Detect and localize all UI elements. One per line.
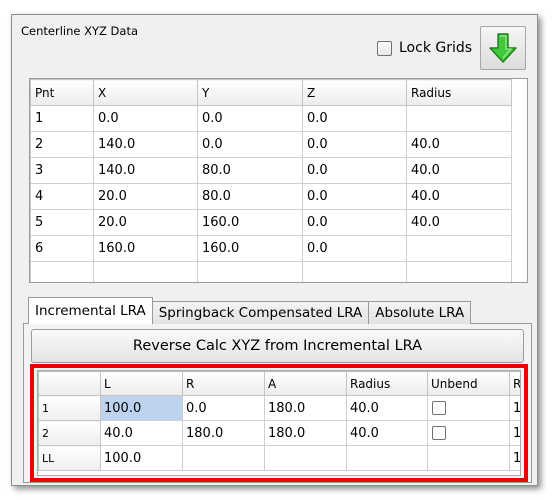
xyz-cell[interactable]: 1 [30,105,94,132]
xyz-column-header[interactable]: Z [302,79,407,106]
xyz-table-row[interactable]: 3 140.0 80.0 0.0 40.0 [30,157,512,184]
xyz-table-row[interactable]: 5 20.0 160.0 0.0 40.0 [30,209,512,236]
lock-grids-label: Lock Grids [399,40,473,56]
xyz-table-row[interactable]: 6 160.0 160.0 0.0 [30,235,512,262]
xyz-cell[interactable]: 0.0 [93,105,198,132]
xyz-empty-cell [406,261,512,282]
xyz-cell[interactable]: 0.0 [302,235,407,262]
xyz-cell[interactable]: 0.0 [197,105,303,132]
xyz-cell[interactable]: 140.0 [93,131,198,158]
xyz-column-header[interactable]: Y [197,79,303,106]
xyz-cell[interactable]: 0.0 [302,157,407,184]
tab-incremental-lra[interactable]: Incremental LRA [28,297,153,324]
xyz-cell[interactable]: 0.0 [302,105,407,132]
xyz-cell[interactable]: 0.0 [302,183,407,210]
xyz-column-header[interactable]: X [93,79,198,106]
xyz-cell[interactable] [406,235,512,262]
xyz-table-row[interactable]: 4 20.0 80.0 0.0 40.0 [30,183,512,210]
panel-title: Centerline XYZ Data [21,24,139,38]
xyz-cell[interactable]: 40.0 [406,209,512,236]
xyz-cell[interactable]: 0.0 [302,209,407,236]
xyz-empty-cell [93,261,198,282]
xyz-cell[interactable]: 40.0 [406,131,512,158]
xyz-cell[interactable]: 80.0 [197,183,303,210]
xyz-column-header[interactable]: Radius [406,79,512,106]
green-down-arrow-icon [489,33,517,63]
xyz-cell[interactable]: 80.0 [197,157,303,184]
lock-grids-checkbox[interactable] [377,40,392,56]
lock-grids-toggle[interactable]: Lock Grids [377,37,472,59]
lra-tabs: Incremental LRA Springback Compensated L… [28,296,472,324]
xyz-cell[interactable]: 40.0 [406,183,512,210]
xyz-cell[interactable]: 5 [30,209,94,236]
xyz-table-row[interactable]: 2 140.0 0.0 0.0 40.0 [30,131,512,158]
tab-absolute-lra[interactable]: Absolute LRA [368,301,472,324]
reverse-calc-button[interactable]: Reverse Calc XYZ from Incremental LRA [31,329,524,363]
xyz-empty-cell [197,261,303,282]
xyz-cell[interactable]: 0.0 [302,131,407,158]
xyz-cell[interactable]: 6 [30,235,94,262]
xyz-data-grid[interactable]: Pnt X Y Z Radius 1 0.0 0.0 0.0 2 140.0 0.0 0.0 40.0 3… [29,78,528,283]
xyz-column-header[interactable]: Pnt [30,79,94,106]
xyz-table-row[interactable]: 1 0.0 0.0 0.0 [30,105,512,132]
tab-springback-compensated-lra[interactable]: Springback Compensated LRA [151,301,370,324]
xyz-cell[interactable]: 20.0 [93,209,198,236]
xyz-cell[interactable]: 2 [30,131,94,158]
highlight-box [30,364,528,482]
xyz-cell[interactable]: 3 [30,157,94,184]
xyz-cell[interactable]: 140.0 [93,157,198,184]
xyz-cell[interactable]: 160.0 [197,209,303,236]
download-button[interactable] [480,26,526,70]
xyz-cell[interactable]: 160.0 [197,235,303,262]
xyz-cell[interactable] [406,105,512,132]
xyz-cell[interactable]: 40.0 [406,157,512,184]
xyz-cell[interactable]: 0.0 [197,131,303,158]
xyz-cell[interactable]: 4 [30,183,94,210]
xyz-cell[interactable]: 20.0 [93,183,198,210]
xyz-empty-cell [30,261,94,282]
xyz-cell[interactable]: 160.0 [93,235,198,262]
xyz-empty-cell [302,261,407,282]
xyz-empty-row [30,261,512,282]
